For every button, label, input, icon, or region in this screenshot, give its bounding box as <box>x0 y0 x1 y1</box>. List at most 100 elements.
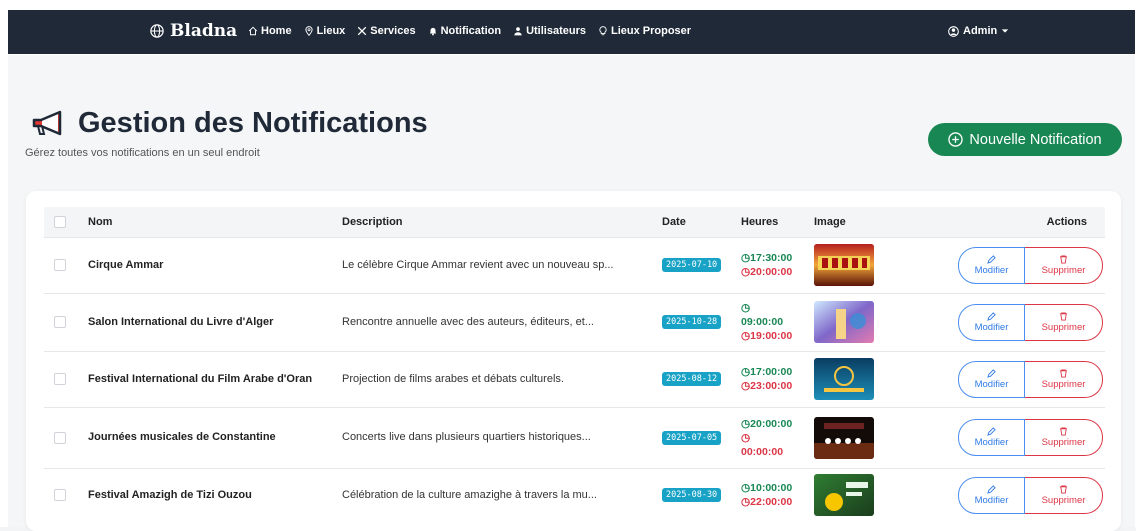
end-time-value: 20:00:00 <box>750 266 793 278</box>
nav-notification[interactable]: Notification <box>428 25 502 37</box>
delete-button[interactable]: Supprimer <box>1025 360 1103 398</box>
col-description[interactable]: Description <box>338 207 658 237</box>
clock-icon: ◷ <box>741 496 751 508</box>
start-time-value: 17:30:00 <box>750 252 793 264</box>
modify-button[interactable]: Modifier <box>958 360 1025 398</box>
modify-button[interactable]: Modifier <box>958 419 1025 456</box>
table-row[interactable]: Salon International du Livre d'Alger Ren… <box>44 293 1105 351</box>
modify-button[interactable]: Modifier <box>958 303 1025 341</box>
table-row[interactable]: Journées musicales de Constantine Concer… <box>44 407 1105 468</box>
row-name: Journées musicales de Constantine <box>88 431 276 443</box>
select-all-cell <box>44 207 84 237</box>
row-image-cell <box>810 468 910 522</box>
start-time: ◷ 09:00:00 <box>741 301 806 329</box>
table-row[interactable]: Festival Amazigh de Tizi Ouzou Célébrati… <box>44 468 1105 522</box>
event-thumbnail[interactable] <box>814 416 874 459</box>
nav-lieux-proposer[interactable]: Lieux Proposer <box>598 25 691 37</box>
event-thumbnail[interactable] <box>814 301 874 343</box>
date-badge: 2025-08-30 <box>662 488 722 502</box>
modify-label: Modifier <box>974 494 1009 506</box>
brand-logo[interactable]: Bladna <box>150 21 237 41</box>
notifications-table: Nom Description Date Heures Image Action… <box>44 207 1105 522</box>
date-badge: 2025-07-10 <box>662 258 722 272</box>
row-checkbox[interactable] <box>54 316 66 328</box>
delete-button[interactable]: Supprimer <box>1025 476 1103 514</box>
modify-label: Modifier <box>974 378 1009 390</box>
nav-utilisateurs[interactable]: Utilisateurs <box>513 25 586 37</box>
row-checkbox[interactable] <box>54 259 66 271</box>
date-badge: 2025-10-28 <box>662 315 722 329</box>
select-all-checkbox[interactable] <box>54 215 66 228</box>
nav-lieux[interactable]: Lieux <box>304 25 345 37</box>
table-row[interactable]: Cirque Ammar Le célèbre Cirque Ammar rev… <box>44 237 1105 293</box>
new-notification-button[interactable]: Nouvelle Notification <box>928 123 1122 156</box>
row-hours-cell: ◷20:00:00 ◷ 00:00:00 <box>737 407 810 468</box>
delete-label: Supprimer <box>1041 264 1086 276</box>
event-thumbnail[interactable] <box>814 244 874 286</box>
delete-label: Supprimer <box>1041 378 1086 390</box>
row-checkbox[interactable] <box>54 489 66 501</box>
row-image-cell <box>810 237 910 293</box>
home-icon <box>248 26 258 36</box>
row-description: Concerts live dans plusieurs quartiers h… <box>342 431 591 443</box>
start-time: ◷20:00:00 <box>741 417 806 431</box>
row-image-cell <box>810 351 910 407</box>
row-description: Projection de films arabes et débats cul… <box>342 372 564 385</box>
trash-icon <box>1059 368 1068 378</box>
modify-button[interactable]: Modifier <box>958 246 1025 284</box>
delete-button[interactable]: Supprimer <box>1025 246 1103 284</box>
row-date-cell: 2025-10-28 <box>658 293 737 351</box>
row-actions: Modifier Supprimer <box>910 352 1105 407</box>
user-icon <box>514 27 522 36</box>
globe-icon <box>150 24 164 38</box>
col-heures[interactable]: Heures <box>737 207 810 237</box>
nav-services[interactable]: Services <box>357 25 416 37</box>
start-time-value: 20:00:00 <box>750 417 793 430</box>
caret-down-icon <box>1002 29 1009 33</box>
action-group: Modifier Supprimer <box>958 419 1103 456</box>
row-description: Célébration de la culture amazighe à tra… <box>342 488 597 501</box>
clock-icon: ◷ <box>741 266 751 278</box>
row-select-cell <box>44 293 84 351</box>
end-time: ◷23:00:00 <box>741 379 806 393</box>
row-checkbox[interactable] <box>54 373 66 385</box>
delete-label: Supprimer <box>1041 321 1086 333</box>
row-checkbox[interactable] <box>54 431 66 444</box>
page: Bladna Home Lieux Services Notification … <box>0 0 1136 531</box>
row-date-cell: 2025-07-05 <box>658 407 737 468</box>
clock-icon: ◷ <box>741 252 751 264</box>
end-time: ◷ 00:00:00 <box>741 431 806 459</box>
end-time: ◷19:00:00 <box>741 329 806 343</box>
bell-icon <box>429 27 436 36</box>
nav-notification-label: Notification <box>440 25 502 37</box>
row-select-cell <box>44 407 84 468</box>
trash-icon <box>1059 311 1068 321</box>
row-hours-cell: ◷17:30:00 ◷20:00:00 <box>737 237 810 293</box>
start-time: ◷10:00:00 <box>741 481 806 495</box>
nav-home[interactable]: Home <box>248 25 292 37</box>
delete-button[interactable]: Supprimer <box>1025 303 1103 341</box>
table-row[interactable]: Festival International du Film Arabe d'O… <box>44 351 1105 407</box>
trash-icon <box>1059 427 1068 436</box>
start-time-value: 10:00:00 <box>750 482 793 494</box>
delete-label: Supprimer <box>1041 437 1086 448</box>
nav-services-label: Services <box>370 25 416 37</box>
nav-lieux-proposer-label: Lieux Proposer <box>610 25 692 37</box>
col-nom[interactable]: Nom <box>84 207 338 237</box>
modify-button[interactable]: Modifier <box>958 476 1025 514</box>
event-thumbnail[interactable] <box>814 358 874 400</box>
col-date[interactable]: Date <box>658 207 737 237</box>
admin-dropdown[interactable]: Admin <box>948 25 1009 37</box>
delete-button[interactable]: Supprimer <box>1025 419 1103 456</box>
row-name: Salon International du Livre d'Alger <box>88 315 274 328</box>
event-thumbnail[interactable] <box>814 474 874 516</box>
action-group: Modifier Supprimer <box>958 303 1103 341</box>
end-time-value: 00:00:00 <box>741 445 784 458</box>
brand-name: Bladna <box>170 21 238 41</box>
row-description: Le célèbre Cirque Ammar revient avec un … <box>342 258 614 271</box>
row-actions: Modifier Supprimer <box>910 469 1105 522</box>
plus-circle-icon <box>948 132 964 147</box>
nav-home-label: Home <box>261 25 292 37</box>
nav-links: Home Lieux Services Notification Utilisa… <box>248 25 691 37</box>
col-image: Image <box>810 207 910 237</box>
